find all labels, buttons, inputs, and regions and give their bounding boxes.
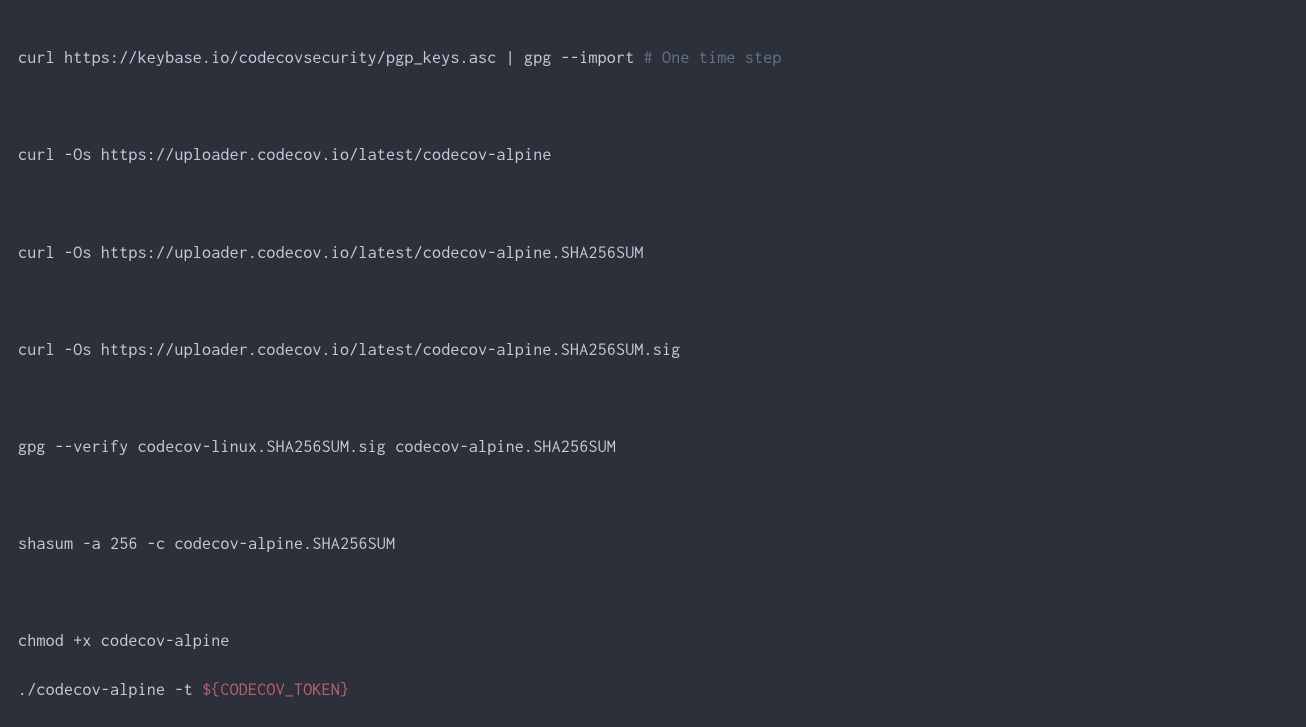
code-line: chmod +x codecov-alpine: [18, 629, 1288, 653]
code-line: curl -Os https://uploader.codecov.io/lat…: [18, 143, 1288, 167]
blank-line: [18, 386, 1288, 410]
variable-text: ${CODECOV_TOKEN}: [202, 681, 349, 699]
code-line: ./codecov-alpine -t ${CODECOV_TOKEN}: [18, 678, 1288, 702]
command-text: curl -Os https://uploader.codecov.io/lat…: [18, 244, 644, 262]
command-text: ./codecov-alpine -t: [18, 681, 202, 699]
command-text: gpg --verify codecov-linux.SHA256SUM.sig…: [18, 438, 616, 456]
code-line: curl -Os https://uploader.codecov.io/lat…: [18, 241, 1288, 265]
command-text: chmod +x codecov-alpine: [18, 632, 230, 650]
code-block: curl https://keybase.io/codecovsecurity/…: [18, 22, 1288, 727]
blank-line: [18, 289, 1288, 313]
command-text: curl -Os https://uploader.codecov.io/lat…: [18, 146, 552, 164]
code-line: curl -Os https://uploader.codecov.io/lat…: [18, 338, 1288, 362]
code-line: shasum -a 256 -c codecov-alpine.SHA256SU…: [18, 532, 1288, 556]
code-line: gpg --verify codecov-linux.SHA256SUM.sig…: [18, 435, 1288, 459]
blank-line: [18, 95, 1288, 119]
blank-line: [18, 581, 1288, 605]
command-text: shasum -a 256 -c codecov-alpine.SHA256SU…: [18, 535, 395, 553]
comment-text: # One time step: [644, 49, 782, 67]
command-text: curl -Os https://uploader.codecov.io/lat…: [18, 341, 680, 359]
command-text: curl https://keybase.io/codecovsecurity/…: [18, 49, 644, 67]
blank-line: [18, 484, 1288, 508]
code-line: curl https://keybase.io/codecovsecurity/…: [18, 46, 1288, 70]
blank-line: [18, 192, 1288, 216]
